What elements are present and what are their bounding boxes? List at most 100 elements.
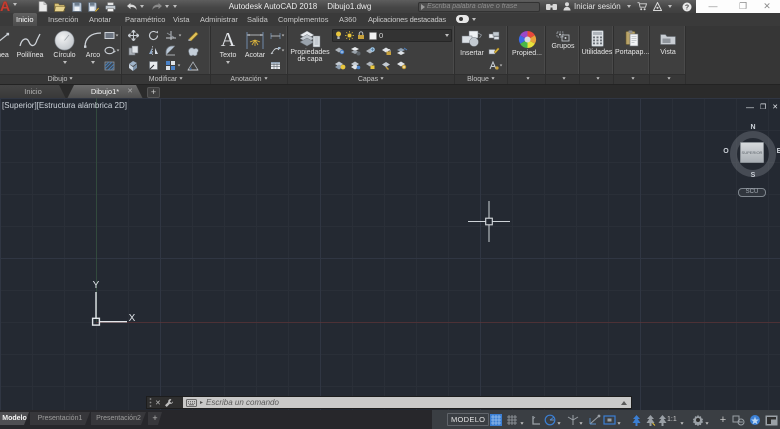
- file-tab-dibujo1[interactable]: Dibujo1* ✕: [67, 85, 143, 99]
- save-as-button[interactable]: [85, 1, 102, 12]
- linear-dimension-button[interactable]: [270, 28, 287, 43]
- workspace-dropdown-icon[interactable]: [705, 418, 709, 427]
- layer-current-button[interactable]: [334, 60, 346, 70]
- panel-footer-propiedades[interactable]: [508, 74, 545, 84]
- workspace-switching-button[interactable]: [691, 414, 705, 426]
- isolate-objects-button[interactable]: [731, 414, 745, 426]
- search-binoculars-icon[interactable]: [546, 3, 557, 11]
- ucs-menu-button[interactable]: SCU: [738, 188, 766, 197]
- file-tab-close-icon[interactable]: ✕: [127, 85, 133, 99]
- ribbon-tab-a360[interactable]: A360: [336, 13, 360, 26]
- groups-button[interactable]: Grupos: [547, 30, 579, 50]
- layout-tab-presentacion2[interactable]: Presentación2: [91, 412, 146, 425]
- doc-close-button[interactable]: ✕: [772, 103, 778, 112]
- ribbon-tab-salida[interactable]: Salida: [244, 13, 271, 26]
- panel-footer-utilidades[interactable]: [580, 74, 613, 84]
- object-snap-tracking-button[interactable]: [588, 414, 602, 426]
- qat-customize-dropdown-icon[interactable]: [173, 5, 177, 8]
- polar-dropdown-icon[interactable]: [557, 418, 561, 427]
- application-menu-button[interactable]: A: [0, 0, 26, 13]
- create-block-button[interactable]: [488, 28, 506, 43]
- panel-footer-capas[interactable]: Capas: [288, 74, 454, 84]
- panel-footer-modificar[interactable]: Modificar: [122, 74, 210, 84]
- erase-tool-button[interactable]: [187, 30, 205, 41]
- measure-tool-button[interactable]: [187, 60, 205, 71]
- ribbon-tab-insercion[interactable]: Inserción: [45, 13, 81, 26]
- utilities-button[interactable]: Utilidades: [581, 29, 613, 56]
- layer-isolate-button[interactable]: [350, 46, 361, 56]
- search-go-icon[interactable]: [421, 3, 425, 10]
- app-store-cart-icon[interactable]: [637, 2, 647, 11]
- grid-dropdown-icon[interactable]: [520, 418, 524, 427]
- line-tool-button[interactable]: Línea: [0, 29, 14, 59]
- ellipse-tool-button[interactable]: [104, 43, 121, 58]
- iso-dropdown-icon[interactable]: [579, 418, 583, 427]
- layer-walk-button[interactable]: [396, 60, 407, 70]
- scale-dropdown-icon[interactable]: [680, 418, 684, 427]
- clipboard-button[interactable]: Portapap...: [615, 29, 649, 56]
- panel-footer-grupos[interactable]: [546, 74, 579, 84]
- layout-tab-presentacion1[interactable]: Presentación1: [30, 412, 90, 425]
- ribbon-display-toggle[interactable]: [456, 15, 476, 23]
- drawing-area[interactable]: [Superior][Estructura alámbrica 2D] — ❐ …: [0, 98, 780, 410]
- object-snap-button[interactable]: [602, 414, 616, 426]
- doc-restore-button[interactable]: ❐: [760, 103, 766, 112]
- recent-commands-icon[interactable]: [621, 401, 627, 405]
- properties-button[interactable]: Propied...: [510, 29, 544, 57]
- command-line-grip[interactable]: ✕: [147, 397, 183, 408]
- copy-tool-button[interactable]: [128, 45, 148, 56]
- polyline-tool-button[interactable]: Polilínea: [13, 29, 47, 59]
- command-close-icon[interactable]: ✕: [155, 399, 161, 407]
- view-button[interactable]: Vista: [651, 29, 685, 56]
- new-drawing-button[interactable]: [34, 1, 51, 12]
- grid-display-button[interactable]: [505, 414, 519, 426]
- stretch-tool-button[interactable]: [187, 46, 205, 56]
- save-button[interactable]: [68, 1, 85, 12]
- open-drawing-button[interactable]: [51, 1, 68, 12]
- ribbon-tab-aplicaciones[interactable]: Aplicaciones destacadas: [365, 13, 449, 26]
- ribbon-tab-inicio[interactable]: Inicio: [13, 13, 37, 26]
- annotation-scale-value[interactable]: 1:1: [667, 410, 677, 429]
- layer-match-button[interactable]: [396, 46, 408, 56]
- file-tab-inicio[interactable]: Inicio: [0, 85, 66, 99]
- text-tool-button[interactable]: A Texto: [215, 29, 241, 64]
- scale-tool-button[interactable]: [128, 60, 148, 71]
- sign-in-dropdown-icon[interactable]: [626, 5, 631, 8]
- viewcube-west-label[interactable]: O: [721, 148, 731, 155]
- panel-footer-portapapeles[interactable]: [614, 74, 649, 84]
- isometric-drafting-button[interactable]: [566, 414, 580, 426]
- redo-button[interactable]: [148, 1, 165, 12]
- arc-dropdown-icon[interactable]: [91, 61, 95, 64]
- fillet-tool-button[interactable]: [165, 45, 187, 56]
- hatch-tool-button[interactable]: [104, 58, 121, 73]
- insert-block-button[interactable]: Insertar: [457, 29, 487, 57]
- viewcube-east-label[interactable]: E: [774, 148, 780, 155]
- undo-button[interactable]: [123, 1, 140, 12]
- undo-dropdown-icon[interactable]: [140, 5, 144, 8]
- layer-lock-button[interactable]: [381, 46, 392, 56]
- snap-mode-button[interactable]: [489, 414, 503, 426]
- leader-tool-button[interactable]: [270, 43, 287, 58]
- arc-tool-button[interactable]: Arco: [81, 29, 105, 64]
- panel-footer-bloque[interactable]: Bloque: [455, 74, 507, 84]
- panel-footer-dibujo[interactable]: Dibujo: [0, 74, 121, 84]
- circle-dropdown-icon[interactable]: [62, 61, 67, 64]
- layer-unlock-button[interactable]: [381, 60, 392, 70]
- command-input-field[interactable]: ▸ Escriba un comando: [183, 397, 631, 408]
- layer-properties-button[interactable]: Propiedades de capa: [289, 29, 331, 63]
- trim-tool-button[interactable]: [165, 30, 187, 41]
- layer-dropdown[interactable]: 0: [332, 29, 452, 42]
- viewport-controls-label[interactable]: [Superior][Estructura alámbrica 2D]: [2, 101, 127, 110]
- viewcube-top-face[interactable]: SUPERIOR: [740, 142, 764, 163]
- graphics-performance-button[interactable]: [748, 414, 762, 426]
- panel-footer-anotacion[interactable]: Anotación: [211, 74, 287, 84]
- ortho-mode-button[interactable]: [529, 414, 543, 426]
- rectangle-tool-button[interactable]: [104, 28, 121, 43]
- redo-dropdown-icon[interactable]: [165, 5, 169, 8]
- a360-dropdown-icon[interactable]: [667, 5, 672, 8]
- ucs-icon[interactable]: Y X: [80, 276, 150, 336]
- window-restore-button[interactable]: ❐: [730, 0, 756, 13]
- dimension-tool-button[interactable]: Acotar: [242, 29, 268, 59]
- command-customize-wrench-icon[interactable]: [164, 398, 173, 407]
- text-dropdown-icon[interactable]: [226, 61, 230, 64]
